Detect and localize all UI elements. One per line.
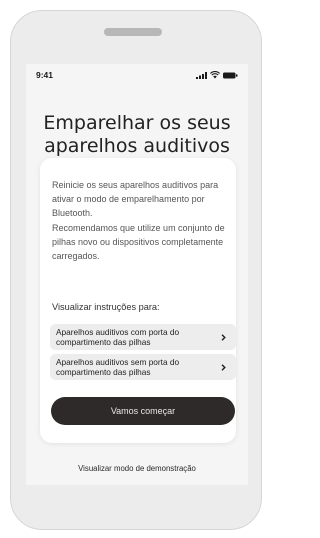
instructions-label: Visualizar instruções para: [52,302,160,312]
option-with-battery-door[interactable]: Aparelhos auditivos com porta do compart… [50,324,236,350]
page-title-line2: aparelhos auditivos [44,135,230,157]
status-bar: 9:41 [26,64,248,88]
signal-icon [196,71,207,79]
demo-mode-link[interactable]: Visualizar modo de demonstração [26,464,248,473]
phone-speaker [104,28,162,36]
option-label: Aparelhos auditivos sem porta do compart… [56,357,180,377]
page-title-line1: Emparelhar os seus [43,112,231,134]
status-time: 9:41 [36,70,54,80]
option-without-battery-door[interactable]: Aparelhos auditivos sem porta do compart… [50,354,236,380]
instructions-card: Reinicie os seus aparelhos auditivos par… [40,158,236,443]
card-body-text: Reinicie os seus aparelhos auditivos par… [52,178,234,263]
card-paragraph-batteries: Recomendamos que utilize um conjunto de … [52,222,225,262]
wifi-icon [210,71,220,79]
chevron-right-icon [221,334,226,341]
page-title: Emparelhar os seus aparelhos auditivos [26,112,248,158]
start-button[interactable]: Vamos começar [51,397,235,425]
battery-icon [223,72,238,78]
card-paragraph-restart: Reinicie os seus aparelhos auditivos par… [52,180,219,219]
chevron-right-icon [221,364,226,371]
option-label: Aparelhos auditivos com porta do compart… [56,327,180,347]
status-icons [196,71,238,79]
app-screen: 9:41 Emparelhar os seus aparelhos auditi… [26,64,248,485]
